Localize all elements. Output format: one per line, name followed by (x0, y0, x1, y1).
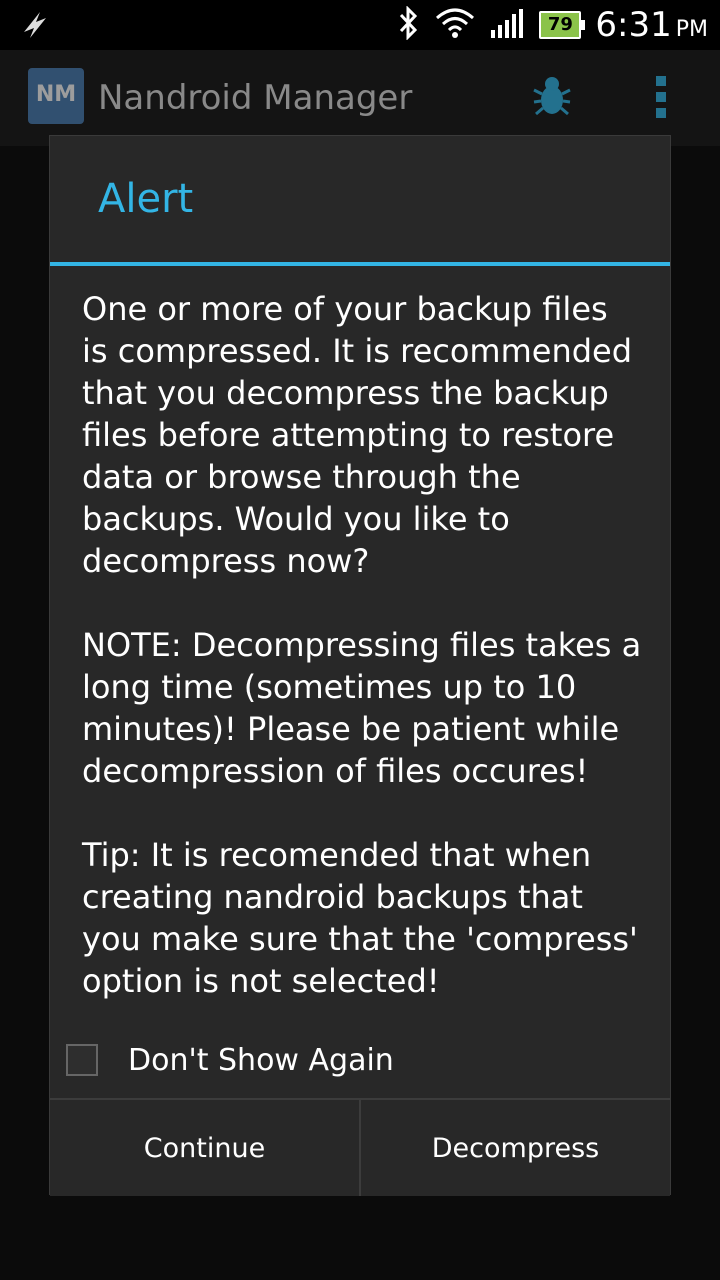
wifi-icon (435, 8, 475, 42)
dialog-message: One or more of your backup files is comp… (82, 290, 642, 1000)
signal-icon (489, 8, 525, 42)
bluetooth-icon (395, 5, 421, 44)
dont-show-again-label[interactable]: Don't Show Again (128, 1043, 394, 1078)
clock: 6:31 PM (595, 5, 708, 45)
decompress-button[interactable]: Decompress (361, 1100, 670, 1196)
title-divider (50, 262, 670, 266)
clock-time: 6:31 (595, 5, 672, 45)
dialog-button-bar: Continue Decompress (50, 1098, 670, 1196)
app-title: Nandroid Manager (98, 78, 413, 118)
clock-ampm: PM (675, 17, 708, 42)
action-bar: NM Nandroid Manager (0, 50, 720, 146)
continue-button[interactable]: Continue (50, 1100, 359, 1196)
alert-dialog: Alert One or more of your backup files i… (50, 136, 670, 1196)
status-bar: 79 6:31 PM (0, 0, 720, 50)
dont-show-again-row[interactable]: Don't Show Again (66, 1036, 394, 1084)
bug-icon[interactable] (530, 74, 574, 122)
overflow-menu-icon[interactable] (656, 76, 666, 118)
app-icon: NM (28, 68, 84, 124)
dont-show-again-checkbox[interactable] (66, 1044, 98, 1076)
battery-icon: 79 (539, 11, 586, 39)
dialog-title: Alert (98, 176, 194, 222)
flash-icon (18, 8, 52, 46)
